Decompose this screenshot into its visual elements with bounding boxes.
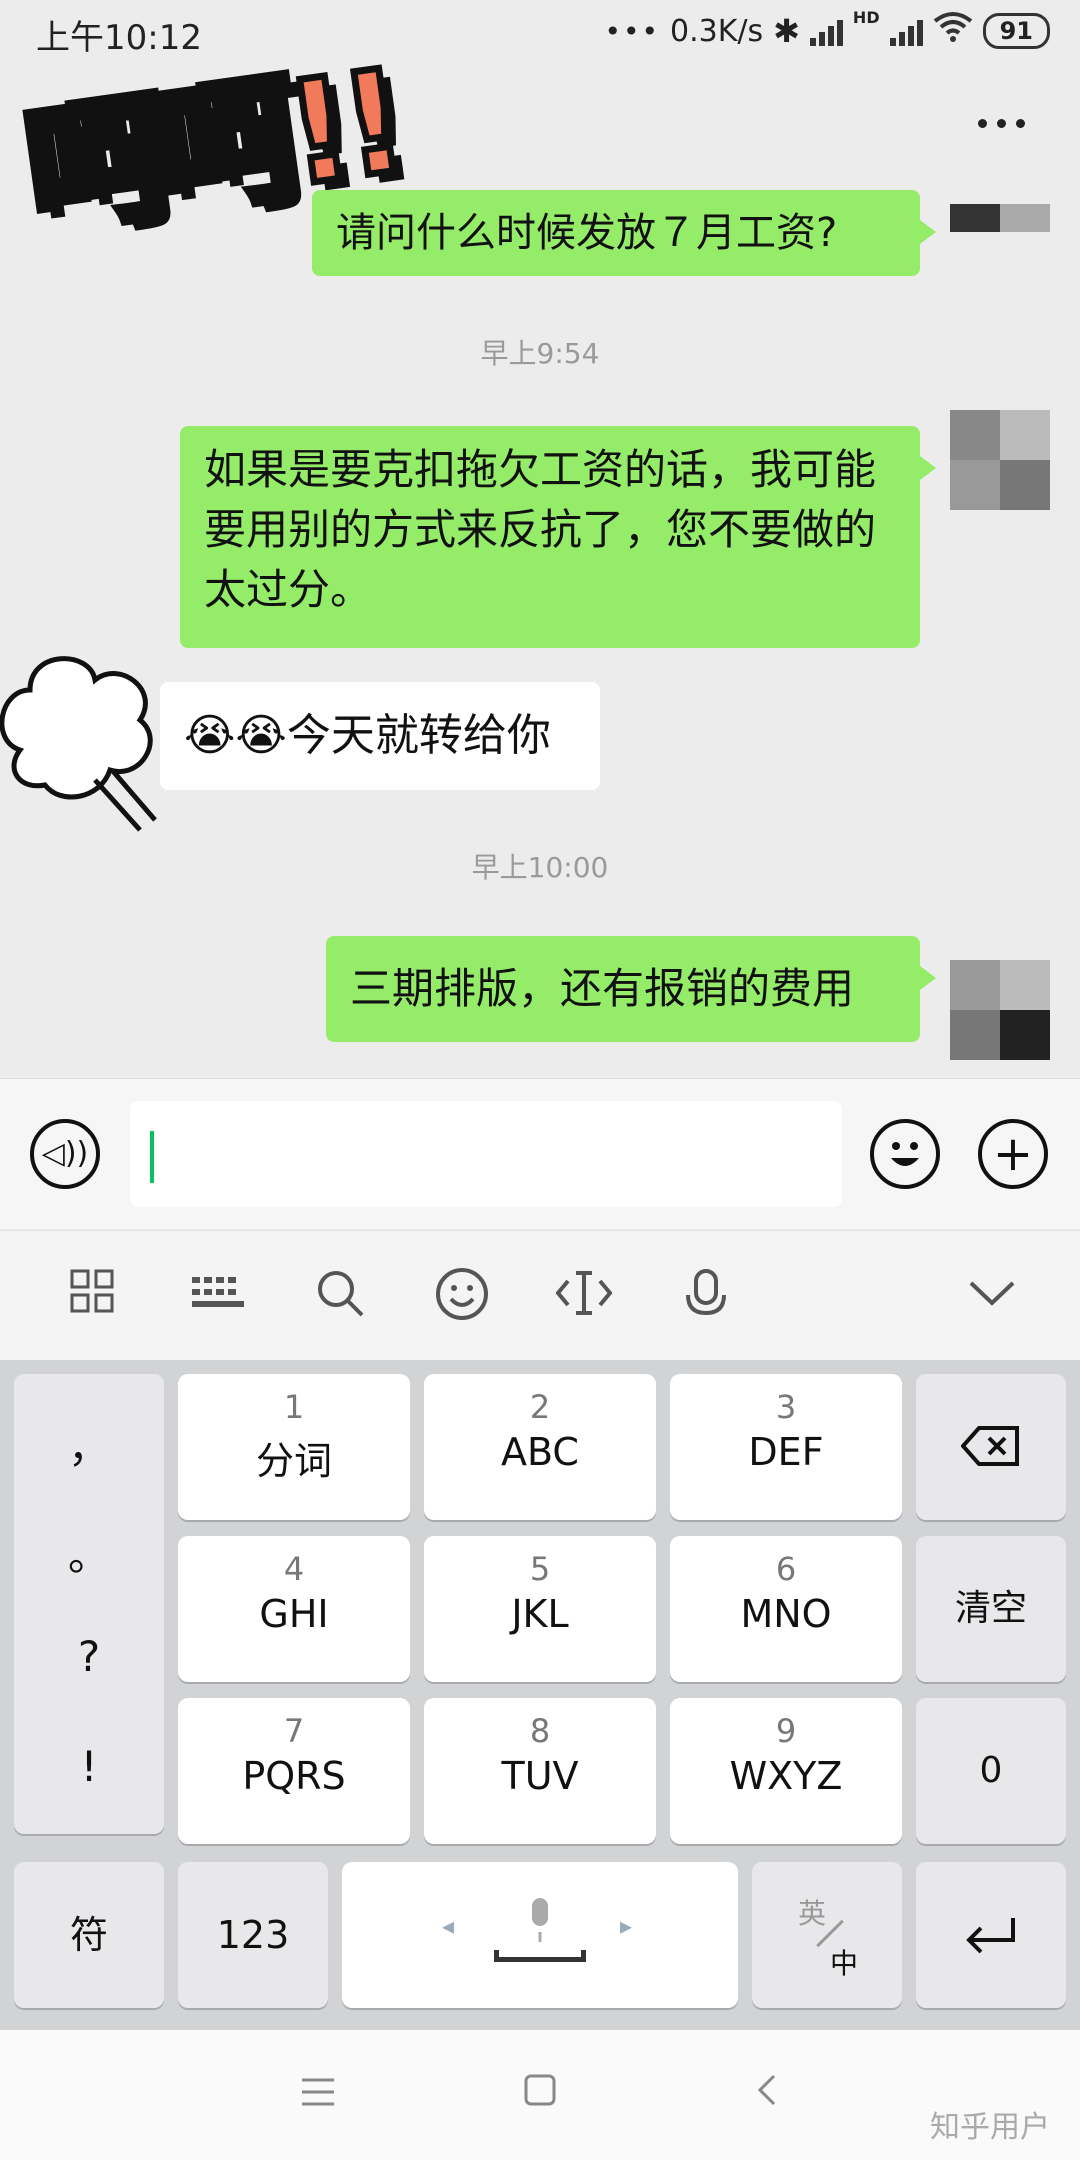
- chevron-down-icon[interactable]: [962, 1267, 1022, 1327]
- symbol-key[interactable]: 符: [14, 1862, 164, 2008]
- punct-key[interactable]: 。: [14, 1522, 164, 1583]
- key-9[interactable]: 9 WXYZ: [670, 1698, 902, 1844]
- voice-icon: ◁)): [41, 1136, 89, 1171]
- space-key[interactable]: ◂ ▸: [342, 1862, 738, 2008]
- punct-key[interactable]: ?: [14, 1632, 164, 1681]
- text-cursor: [150, 1131, 154, 1183]
- timestamp: 早上9:54: [480, 337, 600, 370]
- grid-icon[interactable]: [62, 1267, 122, 1327]
- wifi-icon: [933, 11, 973, 51]
- right-arrow-icon: ▸: [620, 1912, 633, 1940]
- enter-icon: [966, 1918, 1015, 1954]
- message-sent[interactable]: 三期排版，还有报销的费用: [326, 936, 936, 1042]
- message-sent[interactable]: 如果是要克扣拖欠工资的话，我可能要用别的方式来反抗了，您不要做的太过分。: [180, 426, 936, 648]
- emoji-button[interactable]: [870, 1119, 940, 1189]
- signal-2-icon: [889, 16, 923, 46]
- key-6[interactable]: 6 MNO: [670, 1536, 902, 1682]
- key-letters: PQRS: [242, 1754, 346, 1798]
- left-arrow-icon: ◂: [442, 1912, 455, 1940]
- mic-icon: [532, 1898, 548, 1942]
- key-number: 6: [775, 1550, 797, 1588]
- status-icons: ••• 0.3K/s ✱ HD 91: [604, 8, 1050, 54]
- timestamp: 早上10:00: [471, 851, 609, 884]
- key-5[interactable]: 5 JKL: [424, 1536, 656, 1682]
- keyboard-icon[interactable]: [188, 1267, 248, 1327]
- more-dots-icon: •••: [604, 14, 660, 48]
- key-number: 5: [529, 1550, 551, 1588]
- key-letters: WXYZ: [729, 1754, 843, 1798]
- more-button[interactable]: [978, 108, 1030, 138]
- key-letters: DEF: [748, 1430, 824, 1474]
- punctuation-column: ， 。 ? !: [14, 1374, 164, 1834]
- backspace-key[interactable]: [916, 1374, 1066, 1520]
- key-letters: 分词: [255, 1439, 332, 1483]
- avatar[interactable]: [950, 204, 1050, 260]
- home-icon[interactable]: [512, 2068, 568, 2124]
- keyboard-toolbar: [0, 1230, 1080, 1361]
- menu-icon[interactable]: [290, 2068, 346, 2124]
- key-letters: JKL: [511, 1592, 569, 1636]
- key-letters: ABC: [501, 1430, 579, 1474]
- key-number: 7: [283, 1712, 305, 1750]
- key-number: 8: [529, 1712, 551, 1750]
- thought-bubble-icon: [0, 630, 170, 844]
- search-icon[interactable]: [310, 1267, 370, 1327]
- plus-button[interactable]: +: [978, 1119, 1048, 1189]
- lang-bottom: 中: [830, 1947, 859, 1980]
- language-switch-key[interactable]: 英 中: [752, 1862, 902, 2008]
- number-key[interactable]: 123: [178, 1862, 328, 2008]
- punct-key[interactable]: ，: [14, 1414, 164, 1475]
- cursor-move-icon[interactable]: [554, 1267, 614, 1327]
- zero-key[interactable]: 0: [916, 1698, 1066, 1844]
- space-bar-icon: [494, 1950, 586, 1962]
- key-letters: GHI: [259, 1592, 329, 1636]
- key-letters: MNO: [740, 1592, 832, 1636]
- key-letters: TUV: [501, 1754, 579, 1798]
- lang-top: 英: [798, 1897, 827, 1930]
- hd-label: HD: [852, 8, 880, 27]
- backspace-icon: [960, 1426, 1019, 1466]
- message-sent[interactable]: 请问什么时候发放７月工资?: [312, 190, 936, 276]
- key-number: 9: [775, 1712, 797, 1750]
- net-speed: 0.3K/s: [669, 13, 764, 49]
- key-3[interactable]: 3 DEF: [670, 1374, 902, 1520]
- punct-key[interactable]: !: [14, 1742, 164, 1791]
- more-dot-icon: [997, 118, 1006, 128]
- mic-icon[interactable]: [676, 1267, 736, 1327]
- watermark: 知乎用户: [930, 2110, 1050, 2145]
- key-8[interactable]: 8 TUV: [424, 1698, 656, 1844]
- more-dot-icon: [1016, 118, 1025, 128]
- key-1[interactable]: 1 分词: [178, 1374, 410, 1520]
- avatar[interactable]: [950, 960, 1050, 1060]
- enter-key[interactable]: [916, 1862, 1066, 2008]
- key-number: 4: [283, 1550, 305, 1588]
- message-input[interactable]: [130, 1101, 842, 1207]
- key-number: 2: [529, 1388, 551, 1426]
- signal-icon: [809, 16, 843, 46]
- more-dot-icon: [978, 118, 987, 128]
- avatar[interactable]: [950, 410, 1050, 510]
- smile-icon[interactable]: [432, 1267, 492, 1327]
- battery-indicator: 91: [982, 13, 1050, 49]
- key-number: 3: [775, 1388, 797, 1426]
- key-7[interactable]: 7 PQRS: [178, 1698, 410, 1844]
- bluetooth-icon: ✱: [773, 12, 800, 50]
- input-bar: ◁)) +: [0, 1078, 1080, 1229]
- key-number: 1: [283, 1388, 305, 1426]
- emoji-icon: [891, 1142, 919, 1166]
- voice-button[interactable]: ◁)): [30, 1119, 100, 1189]
- clear-key[interactable]: 清空: [916, 1536, 1066, 1682]
- back-icon[interactable]: [740, 2068, 796, 2124]
- plus-icon: +: [992, 1126, 1034, 1182]
- message-received[interactable]: 😭😭今天就转给你: [160, 682, 600, 790]
- key-2[interactable]: 2 ABC: [424, 1374, 656, 1520]
- key-4[interactable]: 4 GHI: [178, 1536, 410, 1682]
- navigation-bar: [0, 2030, 1080, 2160]
- keyboard: ， 。 ? ! 1 分词 2 ABC 3 DEF 4 GHI 5 JKL 6 MNO 清空 …: [0, 1360, 1080, 2030]
